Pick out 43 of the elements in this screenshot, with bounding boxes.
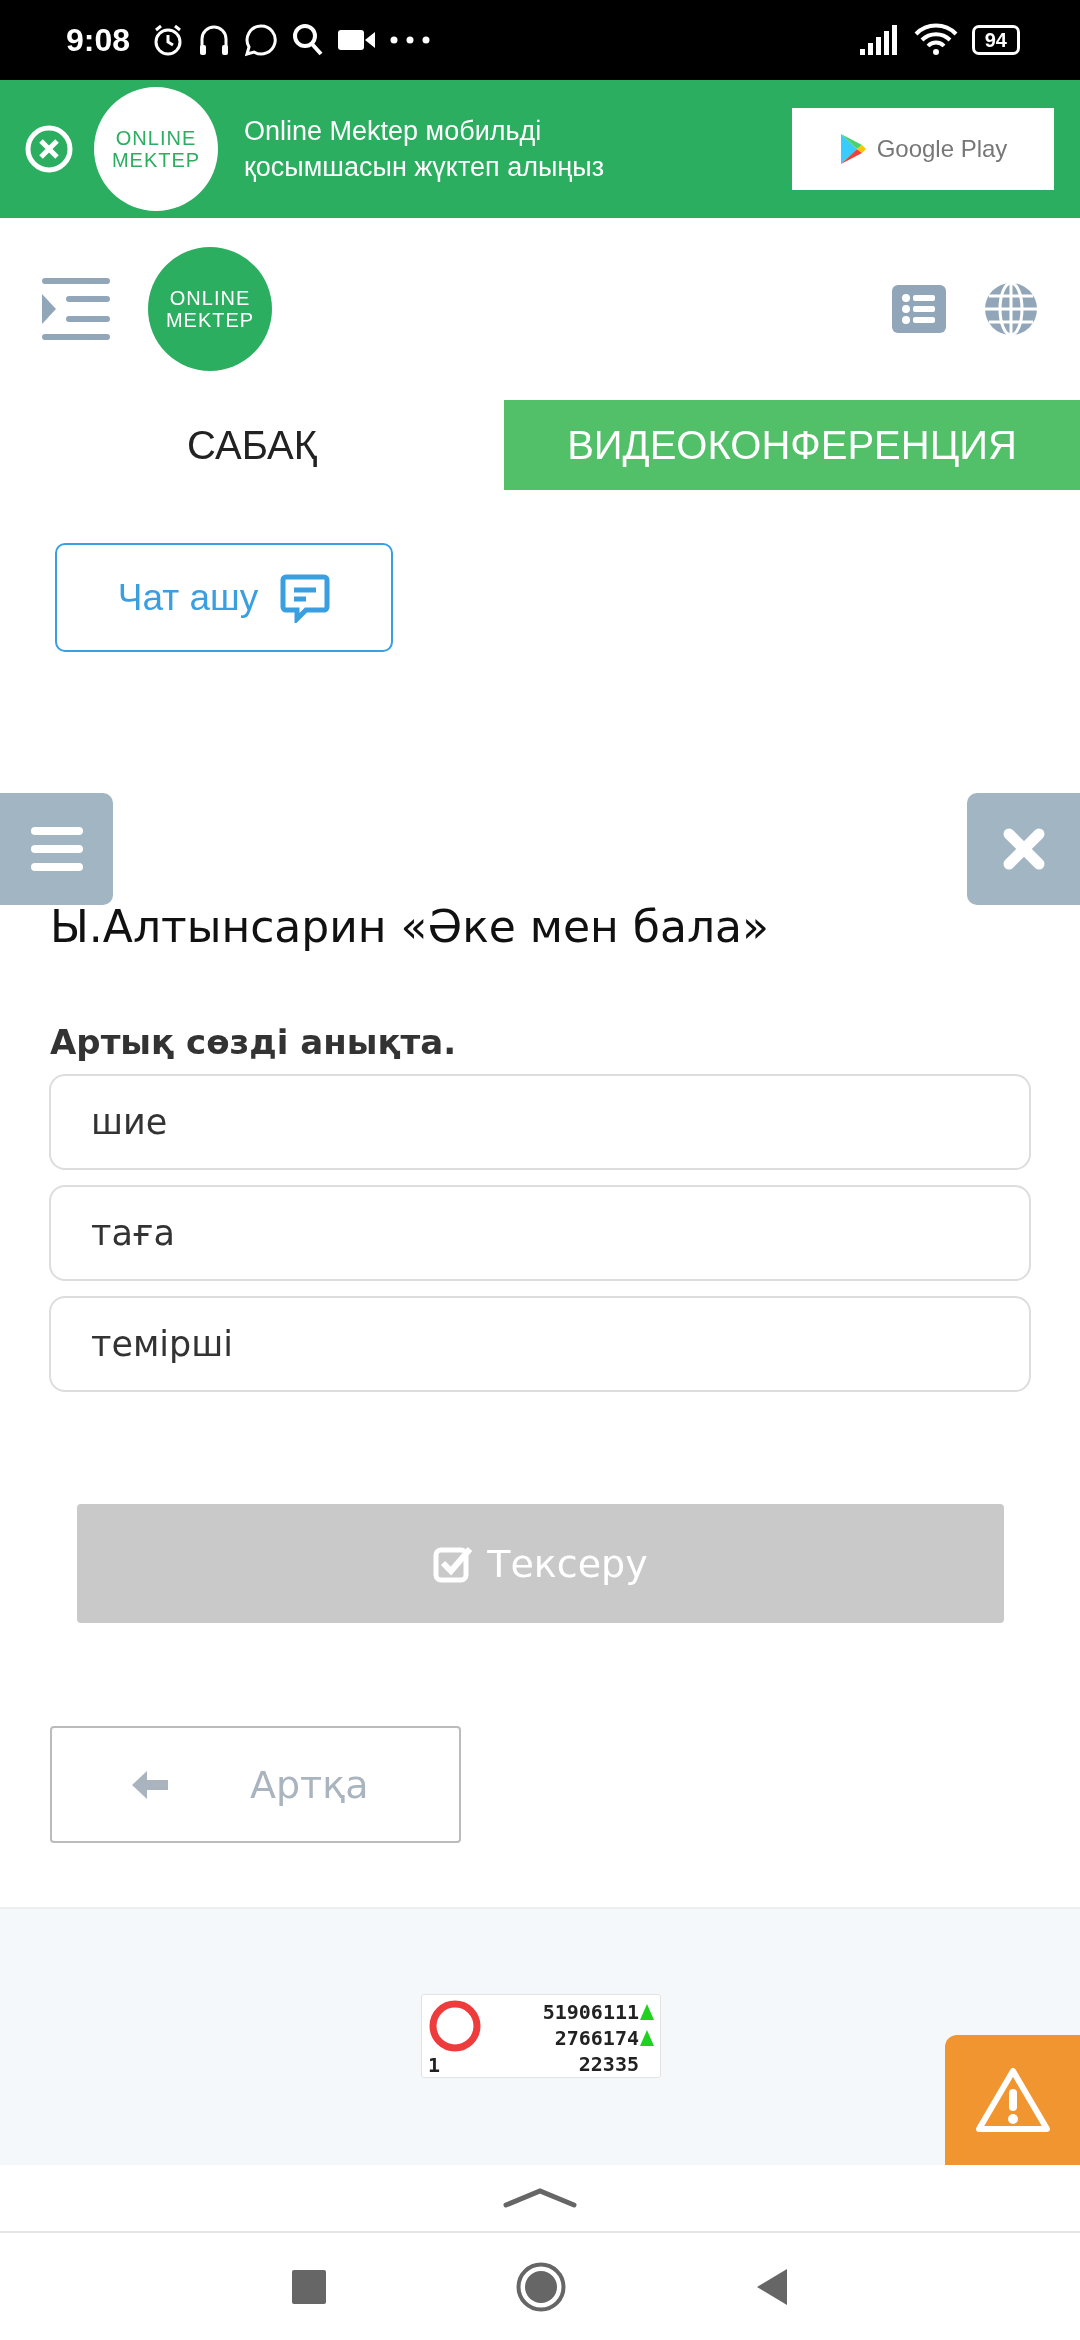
back-icon[interactable] (756, 2267, 788, 2306)
checkbox-icon (433, 1544, 474, 1583)
ring-icon (428, 1999, 482, 2053)
google-play-button[interactable]: Google Play (792, 108, 1054, 190)
site-logo[interactable]: ONLINE MEKTEP (148, 247, 272, 371)
home-icon[interactable] (516, 2261, 566, 2312)
warning-icon (975, 2067, 1050, 2133)
signal-icon (859, 25, 900, 55)
question-text: Артық сөзді анықта. (49, 1022, 458, 1062)
wifi-icon (913, 23, 958, 57)
chat-bubble-icon (244, 23, 279, 57)
close-icon[interactable] (24, 124, 74, 174)
close-button[interactable] (967, 793, 1080, 905)
play-store-icon (838, 133, 867, 165)
report-button[interactable] (945, 2035, 1080, 2165)
counter-value: 51906111 (542, 1999, 639, 2025)
close-icon (1002, 828, 1045, 870)
globe-icon[interactable] (984, 282, 1038, 336)
answer-option[interactable]: таға (49, 1185, 1031, 1281)
counter-value: 22335 (578, 2051, 639, 2077)
headset-icon (198, 23, 231, 57)
app-logo: ONLINE MEKTEP (94, 87, 218, 211)
search-icon (292, 23, 325, 57)
chevron-up-icon[interactable] (503, 2188, 577, 2208)
nav-tab[interactable]: ВИДЕОКОНФЕРЕНЦИЯ (504, 400, 1080, 490)
lesson-title: Ы.Алтынсарин «Әке мен бала» (49, 901, 770, 952)
recent-apps-icon[interactable] (292, 2269, 326, 2304)
open-chat-button[interactable]: Чат ашу (55, 543, 393, 652)
counter-value: 2766174 (554, 2025, 639, 2051)
sidebar-toggle-icon[interactable] (42, 278, 110, 340)
arrow-left-icon (130, 1768, 170, 1801)
banner-text: Online Mektep мобильді қосымшасын жүктеп алыңыз (244, 115, 606, 184)
battery-level: 94 (971, 25, 1020, 55)
clock-time: 9:08 (66, 21, 131, 59)
video-camera-icon (338, 28, 377, 52)
counter-label: 1 (428, 2053, 442, 2077)
answer-option[interactable]: темірші (49, 1296, 1031, 1392)
answer-option[interactable]: шие (49, 1074, 1031, 1170)
menu-icon (30, 827, 83, 871)
menu-button[interactable] (0, 793, 113, 905)
message-icon (280, 572, 331, 623)
list-icon[interactable] (892, 285, 946, 333)
more-dots-icon (390, 36, 431, 44)
